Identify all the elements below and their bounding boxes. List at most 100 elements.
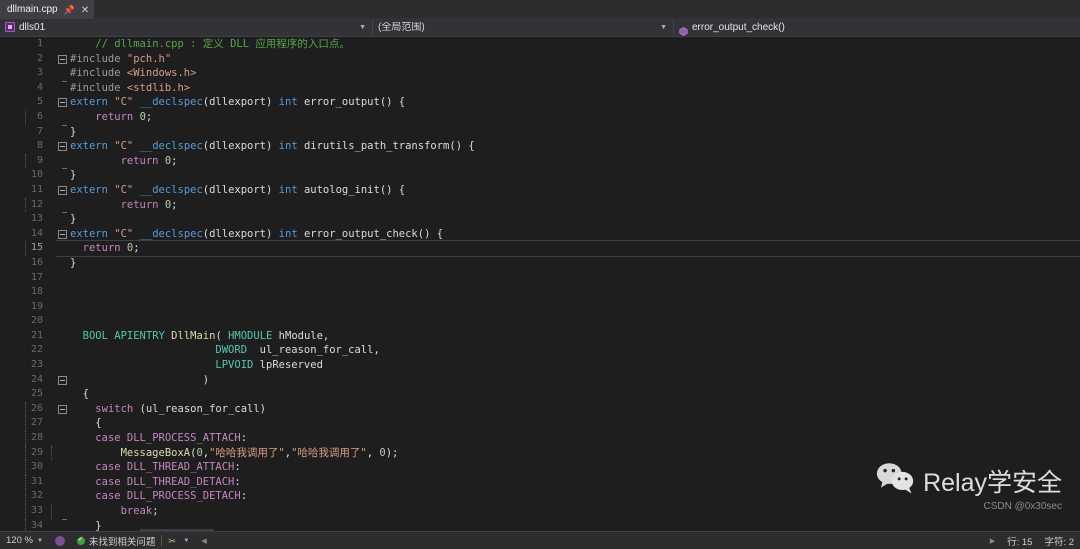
- code-line[interactable]: 3 #include <Windows.h>: [0, 66, 1080, 81]
- code-text[interactable]: MessageBoxA(0,"哈哈我调用了","哈哈我调用了", 0);: [25, 445, 1080, 461]
- code-line[interactable]: 26 switch (ul_reason_for_call): [0, 401, 1080, 417]
- code-text[interactable]: #include "pch.h": [70, 52, 1080, 67]
- code-text[interactable]: return 0;: [25, 153, 1080, 169]
- collapse-toggle-icon[interactable]: [58, 229, 67, 239]
- code-lines-container[interactable]: 1 // dllmain.cpp : 定义 DLL 应用程序的入口点。 2 #inc…: [0, 37, 1080, 531]
- collapse-toggle-icon[interactable]: [58, 375, 67, 385]
- code-line[interactable]: 2 #include "pch.h": [0, 52, 1080, 67]
- source-control-button[interactable]: ▶: [984, 532, 1001, 549]
- code-line[interactable]: 23 LPVOID lpReserved: [0, 358, 1080, 373]
- triangle-left-icon: ◀: [201, 537, 207, 545]
- nav-back-button[interactable]: ◀: [195, 532, 212, 549]
- code-text[interactable]: extern "C" __declspec(dllexport) int aut…: [70, 183, 1080, 198]
- code-line[interactable]: 18: [0, 285, 1080, 300]
- code-text[interactable]: #include <stdlib.h>: [70, 81, 1080, 96]
- code-token: () {: [379, 96, 406, 109]
- code-text[interactable]: break;: [25, 504, 1080, 519]
- code-line[interactable]: 19: [0, 300, 1080, 315]
- code-line[interactable]: 15 return 0;: [0, 241, 1080, 256]
- code-text[interactable]: {: [25, 416, 1080, 432]
- line-number: 14: [30, 227, 43, 239]
- code-line[interactable]: 6 return 0;: [0, 109, 1080, 125]
- code-line[interactable]: 17: [0, 271, 1080, 286]
- code-line[interactable]: 24 ): [0, 373, 1080, 388]
- code-text[interactable]: extern "C" __declspec(dllexport) int err…: [70, 227, 1080, 242]
- code-text[interactable]: DWORD ul_reason_for_call,: [70, 343, 1080, 358]
- member-dropdown[interactable]: error_output_check(): [674, 18, 1080, 36]
- code-line[interactable]: 20: [0, 314, 1080, 329]
- issue-status[interactable]: 未找到相关问题: [71, 532, 162, 549]
- code-line[interactable]: 30 case DLL_THREAD_ATTACH:: [0, 460, 1080, 475]
- collapse-toggle-icon[interactable]: [58, 98, 67, 108]
- code-line[interactable]: 7}: [0, 124, 1080, 140]
- horizontal-scrollbar-thumb[interactable]: [140, 529, 214, 532]
- code-line[interactable]: 25 {: [0, 387, 1080, 402]
- code-line[interactable]: 4 #include <stdlib.h>: [0, 80, 1080, 96]
- code-line[interactable]: 29 MessageBoxA(0,"哈哈我调用了","哈哈我调用了", 0);: [0, 445, 1080, 461]
- code-text[interactable]: }: [25, 518, 1080, 531]
- code-line[interactable]: 21 BOOL APIENTRY DllMain( HMODULE hModul…: [0, 329, 1080, 344]
- code-line[interactable]: 11 extern "C" __declspec(dllexport) int a…: [0, 183, 1080, 198]
- code-line[interactable]: 16}: [0, 255, 1080, 271]
- chevron-down-icon[interactable]: ▼: [183, 538, 189, 544]
- caret-line-indicator[interactable]: 行: 15: [1001, 532, 1038, 549]
- code-line[interactable]: 31 case DLL_THREAD_DETACH:: [0, 474, 1080, 490]
- code-line[interactable]: 13}: [0, 212, 1080, 227]
- chevron-down-icon[interactable]: ▼: [359, 24, 368, 31]
- code-text[interactable]: case DLL_THREAD_DETACH:: [25, 474, 1080, 490]
- code-text[interactable]: case DLL_PROCESS_DETACH:: [25, 489, 1080, 504]
- code-line[interactable]: 22 DWORD ul_reason_for_call,: [0, 343, 1080, 358]
- code-line[interactable]: 33 break;: [0, 504, 1080, 519]
- code-text[interactable]: case DLL_THREAD_ATTACH:: [25, 460, 1080, 475]
- code-text[interactable]: LPVOID lpReserved: [70, 358, 1080, 373]
- code-text[interactable]: extern "C" __declspec(dllexport) int err…: [70, 95, 1080, 110]
- code-text[interactable]: }: [70, 168, 1080, 183]
- code-text[interactable]: }: [70, 212, 1080, 227]
- pin-icon[interactable]: 📌: [64, 5, 75, 15]
- code-text[interactable]: return 0;: [25, 109, 1080, 125]
- code-line[interactable]: 8 extern "C" __declspec(dllexport) int di…: [0, 139, 1080, 154]
- line-number: 33: [30, 505, 43, 516]
- close-icon[interactable]: ✕: [81, 5, 89, 15]
- code-text[interactable]: return 0;: [25, 197, 1080, 213]
- chevron-down-icon[interactable]: ▼: [37, 538, 43, 544]
- code-token: extern: [70, 227, 115, 240]
- code-text[interactable]: {: [70, 387, 1080, 402]
- code-text[interactable]: case DLL_PROCESS_ATTACH:: [25, 431, 1080, 446]
- code-line[interactable]: 9 return 0;: [0, 153, 1080, 169]
- code-line[interactable]: 10}: [0, 168, 1080, 183]
- code-line[interactable]: 12 return 0;: [0, 197, 1080, 213]
- scope-dropdown[interactable]: (全局范围) ▼: [373, 18, 673, 36]
- code-text[interactable]: return 0;: [25, 241, 1080, 256]
- code-text[interactable]: }: [70, 125, 1080, 140]
- code-text[interactable]: #include <Windows.h>: [70, 66, 1080, 81]
- zoom-level-control[interactable]: 120 % ▼: [0, 532, 49, 549]
- code-text[interactable]: extern "C" __declspec(dllexport) int dir…: [70, 139, 1080, 154]
- caret-char-indicator[interactable]: 字符: 2: [1038, 532, 1080, 549]
- code-editor[interactable]: 1 // dllmain.cpp : 定义 DLL 应用程序的入口点。 2 #inc…: [0, 37, 1080, 531]
- collapse-toggle-icon[interactable]: [58, 404, 67, 414]
- collapse-toggle-icon[interactable]: [58, 142, 67, 152]
- code-line[interactable]: 27 {: [0, 416, 1080, 432]
- code-text[interactable]: // dllmain.cpp : 定义 DLL 应用程序的入口点。: [70, 37, 1080, 52]
- code-line[interactable]: 1 // dllmain.cpp : 定义 DLL 应用程序的入口点。: [0, 37, 1080, 52]
- lightbulb-button[interactable]: [49, 532, 71, 549]
- tools-button[interactable]: ✂ ▼: [162, 532, 195, 549]
- tab-dllmain-cpp[interactable]: dllmain.cpp 📌 ✕: [0, 0, 95, 19]
- code-line[interactable]: 32 case DLL_PROCESS_DETACH:: [0, 489, 1080, 504]
- code-line[interactable]: 14 extern "C" __declspec(dllexport) int e…: [0, 227, 1080, 242]
- code-token: ;: [145, 110, 153, 123]
- code-line[interactable]: 28 case DLL_PROCESS_ATTACH:: [0, 431, 1080, 446]
- code-token: case: [95, 475, 127, 488]
- project-dropdown[interactable]: dlls01 ▼: [0, 18, 372, 36]
- collapse-toggle-icon[interactable]: [58, 185, 67, 195]
- code-line[interactable]: 5 extern "C" __declspec(dllexport) int er…: [0, 95, 1080, 110]
- code-text[interactable]: }: [70, 256, 1080, 271]
- chevron-down-icon[interactable]: ▼: [660, 24, 669, 31]
- code-text[interactable]: BOOL APIENTRY DllMain( HMODULE hModule,: [70, 329, 1080, 344]
- code-text[interactable]: ): [70, 373, 1080, 388]
- code-text[interactable]: switch (ul_reason_for_call): [25, 401, 1080, 417]
- collapse-toggle-icon[interactable]: [58, 54, 67, 64]
